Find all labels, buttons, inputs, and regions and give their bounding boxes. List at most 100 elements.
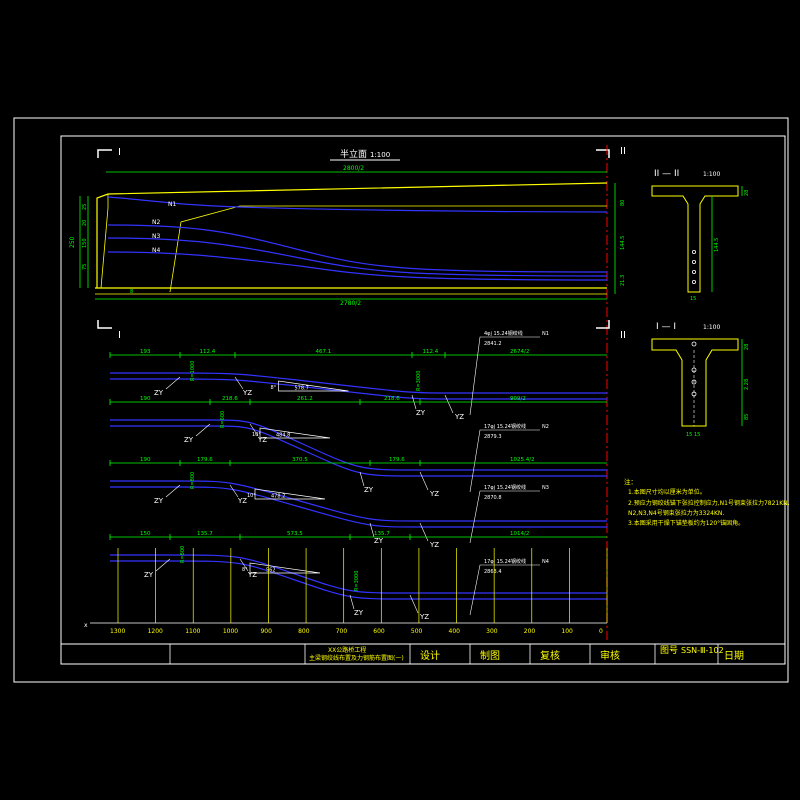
slope-triangle-label: 562 <box>266 568 276 574</box>
row-dim-value: 573.5 <box>287 531 303 537</box>
project-line-1: XX公路桥工程 <box>328 646 366 654</box>
section-i-scale: 1:100 <box>703 324 720 331</box>
row-dim-value: 1025.4/2 <box>510 457 535 463</box>
radius-label: R=1000 <box>190 361 196 381</box>
row-dim-value: 190 <box>140 457 151 463</box>
radius-label: R=3000 <box>416 371 422 391</box>
yz2-label: YZ <box>419 613 429 621</box>
elevation-scale: 1:100 <box>370 151 390 159</box>
note-line-1: 1.本图尺寸均以厘米为单位。 <box>628 488 706 496</box>
callout-leader <box>469 564 540 616</box>
draw-label: 制图 <box>480 649 500 662</box>
callout-value: 2841.2 <box>484 341 502 347</box>
left-dim-a: 25 <box>82 204 88 210</box>
section-i-i: I — I 1:100 28 2.28 85 15 15 <box>651 322 750 438</box>
zy-label: ZY <box>154 389 164 397</box>
section-ii-duct <box>692 279 697 284</box>
yz-label: YZ <box>237 497 247 505</box>
note-line-4: 3.本图采用干燥下锚垫板约为120°锚固角。 <box>628 519 744 527</box>
section-i-dim-b: 2.28 <box>744 379 750 390</box>
section-ii-dim-b: 144.5 <box>714 238 720 252</box>
slope-angle: 10° <box>247 493 256 499</box>
elevation-title: 半立面 <box>340 148 367 160</box>
x-axis-tick-label: 500 <box>411 628 423 635</box>
x-axis-tick-label: 1200 <box>148 628 163 635</box>
x-axis-tick-label: 0 <box>599 628 603 635</box>
yz2-leader <box>419 471 429 491</box>
zy2-label: ZY <box>374 537 384 545</box>
radius-label: R=600 <box>220 411 226 428</box>
project-line-2: 主梁钢绞线布置及力钢筋布置图(一) <box>309 654 404 662</box>
tendon-curve <box>110 372 607 394</box>
row-dim-value: 261.2 <box>297 396 313 402</box>
notes-heading: 注： <box>624 477 637 486</box>
zy-label: ZY <box>184 436 194 444</box>
row-dim-value: 135.7 <box>197 531 213 537</box>
row-dim-value: 2674/2 <box>510 349 529 355</box>
review-label: 复核 <box>540 649 560 662</box>
right-dim-c: 21.3 <box>620 275 626 286</box>
section-ii-title: II — II <box>654 169 679 179</box>
top-length: 2800/2 <box>343 165 364 172</box>
tendon-curve-lower <box>110 378 607 400</box>
callout-tag: N4 <box>542 559 549 565</box>
yz2-label: YZ <box>429 490 439 498</box>
x-axis-tick-label: 1300 <box>110 628 125 635</box>
x-axis-tick-label: 300 <box>486 628 498 635</box>
drawing-no-label: 图号 <box>660 645 678 656</box>
callout-text: 17φj 15.24钢绞线 <box>484 558 526 565</box>
tendon-row-n3: 190 179.6 370.5 179.6 1025.4/2 ZY YZ ZY YZ R=800 4… <box>109 457 607 549</box>
bottom-left-dim: 8 <box>130 289 133 295</box>
tendon-n2 <box>107 224 608 273</box>
x-axis-tick-label: 200 <box>524 628 536 635</box>
zy2-label: ZY <box>354 609 364 617</box>
section-i-dim-a: 28 <box>744 344 750 350</box>
right-dim-b: 144.5 <box>620 236 626 250</box>
x-axis-tick-label: 100 <box>561 628 573 635</box>
title-block: XX公路桥工程 主梁钢绞线布置及力钢筋布置图(一) 设计 制图 复核 审核 图号… <box>61 643 785 664</box>
outer-border <box>13 117 789 683</box>
elevation-right-marker: II <box>620 146 626 157</box>
callout-leader <box>469 490 540 544</box>
x-axis-tick-label: 900 <box>260 628 272 635</box>
yz2-leader <box>419 522 429 542</box>
zy2-leader <box>359 471 365 487</box>
section-i-dim-d: 15 15 <box>686 432 700 438</box>
drawing-no: SSN-Ⅲ-102 <box>681 646 724 655</box>
callout-tag: N1 <box>542 331 549 337</box>
row-dim-value: 218.6 <box>384 396 400 402</box>
section-ii-shape <box>651 185 739 293</box>
radius-label: R=800 <box>180 546 186 563</box>
design-label: 设计 <box>420 649 440 662</box>
drawing-frame <box>60 135 786 665</box>
left-dim-d: 75 <box>82 264 88 270</box>
elevation-left-marker: I <box>118 147 121 158</box>
x-axis-tick-label: 600 <box>373 628 385 635</box>
callout-leader <box>469 336 540 416</box>
yz-label: YZ <box>247 571 257 579</box>
tendon-label-n2: N2 <box>152 219 160 226</box>
yz-label: YZ <box>242 389 252 397</box>
slope-triangle <box>278 380 349 392</box>
section-i-dim-c: 85 <box>744 414 750 420</box>
slope-angle: 8° <box>271 385 277 391</box>
callout-value: 2879.3 <box>484 434 502 440</box>
yz-leader <box>234 376 244 390</box>
elevation-right-marker-bottom: II <box>620 330 626 341</box>
beam-web-taper <box>169 205 607 293</box>
row-dim-value: 909/2 <box>510 396 526 402</box>
tendon-label-n1: N1 <box>168 201 176 208</box>
section-mark-left-bottom <box>97 320 112 329</box>
x-axis-tick-label: 1000 <box>223 628 238 635</box>
tendon-n3 <box>107 237 608 277</box>
section-i-shape <box>651 338 739 427</box>
right-dim-a: 80 <box>620 200 626 206</box>
row-dim-value: 150 <box>140 531 151 537</box>
section-ii-dim-a: 28 <box>744 190 750 196</box>
section-ii-duct <box>692 259 697 264</box>
row-dim-value: 218.6 <box>222 396 238 402</box>
left-dim-b: 20 <box>82 220 88 226</box>
note-line-2: 2.预应力钢绞线锚下张拉控制应力,N1号钢束张拉力7821KN, <box>628 499 790 507</box>
callout-tag: N2 <box>542 424 549 430</box>
slope-triangle-label: 578.7 <box>295 386 309 392</box>
